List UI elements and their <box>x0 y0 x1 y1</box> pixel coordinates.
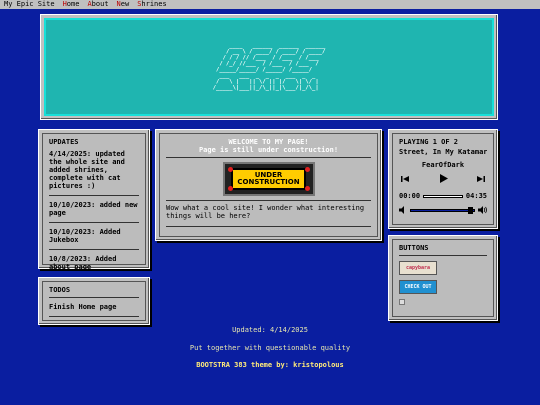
nav-link-shrines-label: hrines <box>141 0 167 8</box>
todos-title: TODOS <box>49 286 71 294</box>
update-entry: 10/10/2023: Added Jukebox <box>49 228 121 244</box>
capybara-88x31-button[interactable]: capybara <box>399 261 437 275</box>
warning-lamp-icon <box>304 186 310 191</box>
updates-title: UPDATES <box>49 138 79 146</box>
nav-link-new-label: ew <box>120 0 130 8</box>
welcome-body-text: Wow what a cool site! I wonder what inte… <box>166 204 365 220</box>
sign-line-2: CONSTRUCTION <box>237 178 300 186</box>
warning-lamp-icon <box>304 167 310 172</box>
header-banner: ____ ______ ______ ______ / __ \ / ____/… <box>40 14 498 120</box>
update-entry: 10/10/2023: added new page <box>49 201 138 217</box>
skip-back-icon[interactable] <box>401 175 409 183</box>
check-out-badge-text: CHECK OUT <box>404 284 432 290</box>
divider <box>49 195 139 196</box>
footer-credit[interactable]: BOOTSTRA 383 theme by: kristopolous <box>0 361 540 369</box>
footer-updated: Updated: 4/14/2025 <box>232 326 308 334</box>
player-title: PLAYING 1 OF 2 <box>399 138 459 146</box>
divider <box>49 249 139 250</box>
divider <box>399 255 487 256</box>
banner-screen: ____ ______ ______ ______ / __ \ / ____/… <box>44 18 494 116</box>
update-entry: 4/14/2025: updated the whole site and ad… <box>49 150 125 190</box>
welcome-panel-inner: WELCOME TO MY PAGE! Page is still under … <box>159 133 378 237</box>
site-brand-link[interactable]: My Epic Site <box>4 0 55 9</box>
time-total: 04:35 <box>465 192 487 200</box>
now-playing-marquee: Street, In My Katamari <box>399 148 487 156</box>
volume-slider[interactable] <box>410 206 475 214</box>
artist-name: FearOfDark <box>421 161 465 169</box>
footer-tagline: Put together with questionable quality <box>189 344 351 352</box>
buttons-title: BUTTONS <box>399 244 429 252</box>
construction-subtitle: Page is still under construction! <box>198 146 339 154</box>
todos-panel: TODOS Finish Home page <box>38 277 150 325</box>
jukebox-panel: PLAYING 1 OF 2 Street, In My Katamari Fe… <box>388 129 498 229</box>
divider <box>166 226 371 227</box>
nav-link-about-label: bout <box>91 0 109 8</box>
welcome-title: WELCOME TO MY PAGE! <box>228 138 309 146</box>
divider <box>49 222 139 223</box>
volume-slider-thumb[interactable] <box>467 206 473 214</box>
divider <box>166 157 371 158</box>
under-construction-sign: UNDER CONSTRUCTION <box>231 168 306 190</box>
top-nav-bar: My Epic Site Home About New Shrines <box>0 0 540 9</box>
progress-row: 00:00 04:35 <box>399 192 487 200</box>
volume-low-icon <box>399 206 404 214</box>
volume-high-icon <box>478 206 487 214</box>
volume-row <box>399 206 487 214</box>
jukebox-panel-inner: PLAYING 1 OF 2 Street, In My Katamari Fe… <box>392 133 494 225</box>
nav-link-about[interactable]: About <box>87 0 108 9</box>
broken-image-icon[interactable] <box>399 299 405 305</box>
divider <box>49 297 139 298</box>
time-current: 00:00 <box>399 192 421 200</box>
divider <box>166 200 371 201</box>
todos-panel-inner: TODOS Finish Home page <box>42 281 146 321</box>
buttons-panel: BUTTONS capybara CHECK OUT <box>388 235 498 321</box>
nav-link-new[interactable]: New <box>117 0 130 9</box>
nav-link-home[interactable]: Home <box>63 0 80 9</box>
divider <box>49 316 139 317</box>
welcome-panel: WELCOME TO MY PAGE! Page is still under … <box>155 129 382 241</box>
play-icon[interactable] <box>439 174 448 183</box>
capybara-badge-text: capybara <box>405 265 431 271</box>
updates-panel-inner: UPDATES 4/14/2025: updated the whole sit… <box>42 133 146 271</box>
check-out-88x31-button[interactable]: CHECK OUT <box>399 280 437 294</box>
nav-link-home-label: ome <box>66 0 80 8</box>
under-construction-image: UNDER CONSTRUCTION <box>222 162 315 196</box>
player-controls <box>399 174 487 183</box>
ascii-art-logo: ____ ______ ______ ______ / __ \ / ____/… <box>212 43 326 91</box>
progress-bar[interactable] <box>423 194 463 198</box>
warning-lamp-icon <box>227 186 233 191</box>
buttons-panel-inner: BUTTONS capybara CHECK OUT <box>392 239 494 317</box>
update-entry: 10/8/2023: Added about page <box>49 255 117 271</box>
warning-lamp-icon <box>227 167 233 172</box>
todo-entry: Finish Home page <box>49 303 117 311</box>
skip-forward-icon[interactable] <box>477 175 485 183</box>
nav-link-shrines[interactable]: Shrines <box>137 0 167 9</box>
updates-panel: UPDATES 4/14/2025: updated the whole sit… <box>38 129 150 271</box>
